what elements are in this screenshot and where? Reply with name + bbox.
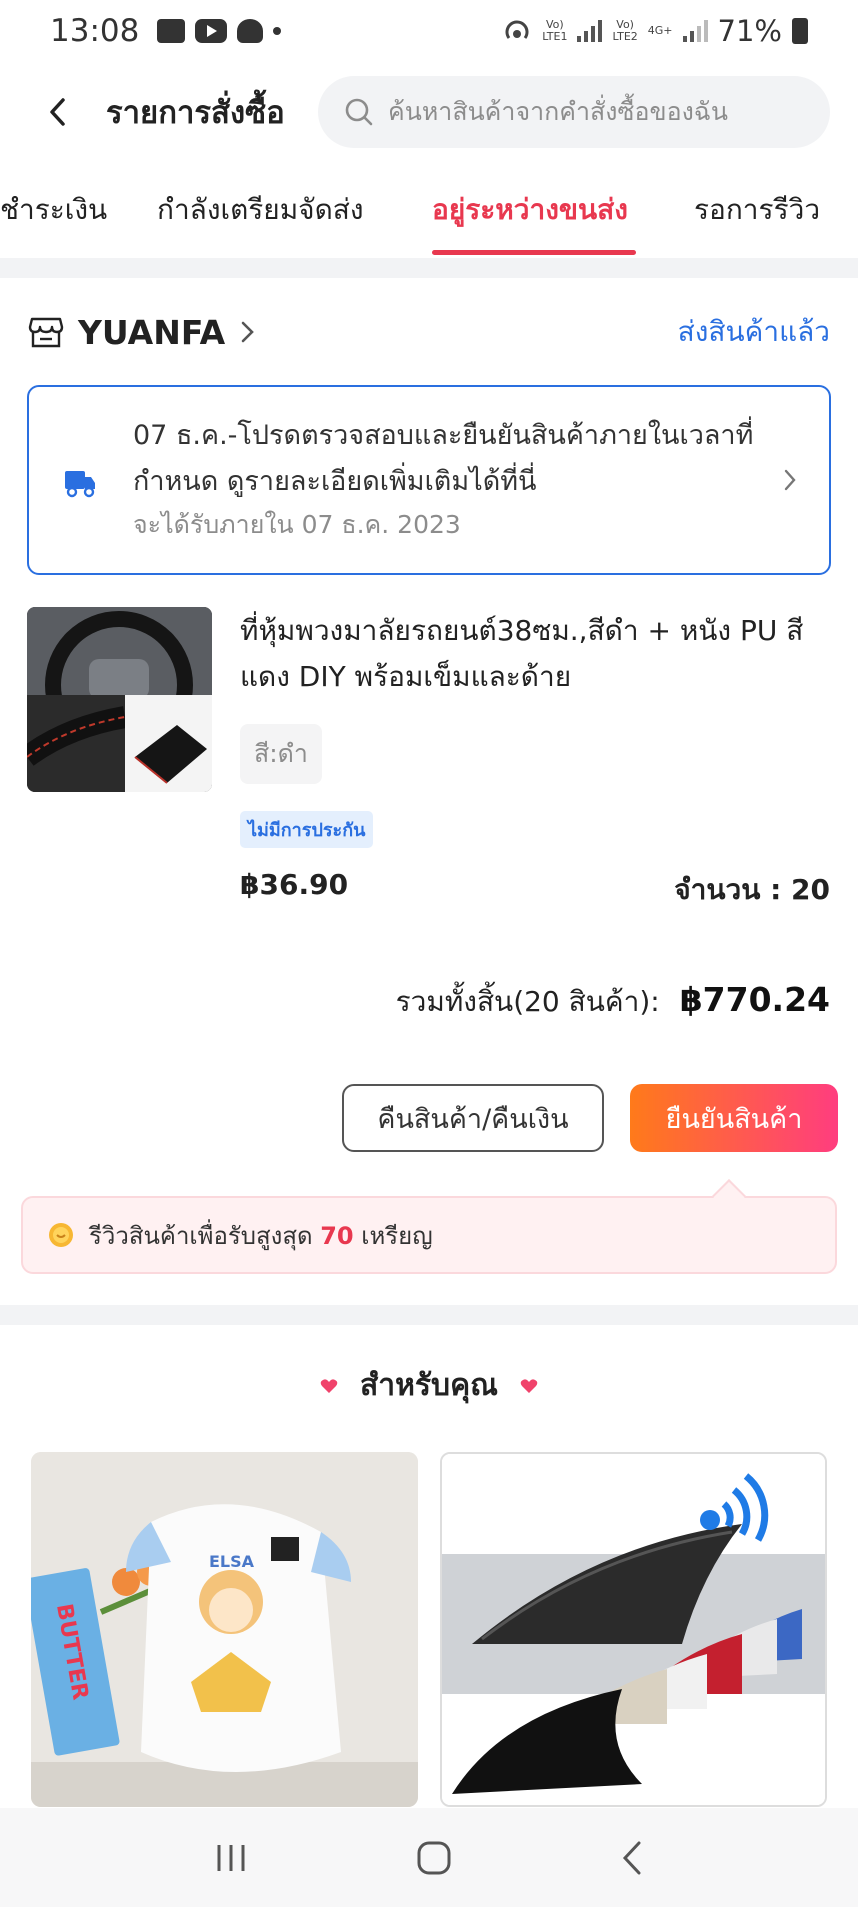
- status-bar: 13:08 Vo) LTE1 Vo) LTE2 4G+ 71%: [0, 0, 858, 62]
- search-icon: [345, 98, 373, 126]
- header: รายการสั่งซื้อ ค้นหาสินค้าจากคำสั่งซื้อข…: [0, 72, 858, 152]
- store-icon: [28, 317, 64, 348]
- tab-to-pay[interactable]: ชำระเงิน: [0, 188, 107, 232]
- sim2-network: Vo) LTE2: [612, 18, 638, 43]
- shop-row[interactable]: YUANFA ส่งสินค้าแล้ว: [28, 300, 830, 364]
- left-card-name-text: ELSA: [209, 1552, 255, 1571]
- warranty-badge: ไม่มีการประกัน: [240, 811, 374, 848]
- tab-to-review[interactable]: รอการรีวิว: [694, 188, 820, 232]
- youtube-icon: [195, 19, 228, 43]
- notice-text: 07 ธ.ค.-โปรดตรวจสอบและยืนยันสินค้าภายในเ…: [133, 420, 754, 497]
- sim2-data-type: 4G+: [647, 24, 673, 37]
- system-back-icon[interactable]: [620, 1840, 644, 1876]
- battery-icon: [792, 18, 808, 44]
- recommended-product-card[interactable]: BUTTER ELSA: [31, 1452, 418, 1807]
- confirm-receipt-button[interactable]: ยืนยันสินค้า: [630, 1084, 838, 1152]
- status-left: 13:08: [50, 13, 282, 49]
- heart-icon: [520, 1378, 538, 1393]
- shark-fin-antenna-picture: [442, 1454, 825, 1805]
- back-button[interactable]: [30, 84, 86, 140]
- delivery-truck-icon: [65, 471, 95, 498]
- status-time: 13:08: [50, 13, 140, 49]
- recommended-product-card[interactable]: [440, 1452, 827, 1807]
- shop-name[interactable]: YUANFA: [78, 313, 225, 352]
- chevron-right-icon: [784, 469, 796, 491]
- total-label: รวมทั้งสิ้น(20 สินค้า):: [395, 985, 660, 1018]
- order-total-row: รวมทั้งสิ้น(20 สินค้า): ฿770.24: [396, 980, 830, 1024]
- review-reward-text: รีวิวสินค้าเพื่อรับสูงสุด 70 เหรียญ: [89, 1221, 433, 1250]
- baby-romper-picture: BUTTER ELSA: [31, 1452, 418, 1807]
- coin-icon: [49, 1223, 73, 1247]
- unit-price: ฿36.90: [240, 868, 349, 901]
- system-navigation-bar: [0, 1808, 858, 1907]
- sim1-signal-icon: [577, 20, 603, 42]
- section-divider: [0, 258, 858, 278]
- reward-coin-count: 70: [320, 1221, 354, 1250]
- chevron-left-icon: [50, 98, 65, 126]
- page-title: รายการสั่งซื้อ: [106, 95, 285, 131]
- gallery-icon: [157, 19, 186, 43]
- battery-level: 71%: [717, 14, 782, 48]
- sim1-network: Vo) LTE1: [542, 18, 568, 43]
- banner-pointer: [712, 1179, 746, 1213]
- product-title[interactable]: ที่หุ้มพวงมาลัยรถยนต์38ซม.,สีดำ + หนัง P…: [240, 608, 830, 700]
- tab-to-ship[interactable]: กำลังเตรียมจัดส่ง: [157, 188, 364, 232]
- recommendations-title: สำหรับคุณ: [360, 1368, 498, 1403]
- status-right: Vo) LTE1 Vo) LTE2 4G+ 71%: [502, 14, 808, 48]
- order-status: ส่งสินค้าแล้ว: [677, 315, 830, 348]
- more-notifications-dot: [273, 27, 282, 35]
- sim2-signal-icon: [682, 20, 708, 42]
- delivery-notice[interactable]: 07 ธ.ค.-โปรดตรวจสอบและยืนยันสินค้าภายในเ…: [27, 385, 831, 575]
- search-placeholder: ค้นหาสินค้าจากคำสั่งซื้อของฉัน: [388, 97, 728, 126]
- chevron-right-icon: [241, 321, 254, 343]
- review-reward-banner[interactable]: รีวิวสินค้าเพื่อรับสูงสุด 70 เหรียญ: [21, 1179, 837, 1274]
- return-refund-button[interactable]: คืนสินค้า/คืนเงิน: [342, 1084, 604, 1152]
- home-icon[interactable]: [416, 1840, 452, 1876]
- product-variant: สี:ดำ: [240, 724, 322, 784]
- active-tab-indicator: [432, 250, 636, 255]
- quantity: จำนวน : 20: [674, 873, 830, 906]
- steering-wheel-cover-picture: [27, 607, 212, 792]
- product-image[interactable]: [27, 607, 212, 792]
- estimated-delivery: จะได้รับภายใน 07 ธ.ค. 2023: [133, 510, 461, 539]
- add-contact-icon: [237, 19, 264, 43]
- tab-in-transit[interactable]: อยู่ระหว่างขนส่ง: [432, 188, 628, 232]
- total-value: ฿770.24: [679, 980, 830, 1019]
- recent-apps-icon[interactable]: [214, 1842, 248, 1874]
- order-status-tabs: ชำระเงิน กำลังเตรียมจัดส่ง อยู่ระหว่างขน…: [0, 168, 858, 258]
- heart-icon: [320, 1378, 338, 1393]
- hotspot-icon: [505, 20, 529, 39]
- recommendations-header: สำหรับคุณ: [0, 1362, 858, 1409]
- section-divider: [0, 1305, 858, 1325]
- search-input[interactable]: ค้นหาสินค้าจากคำสั่งซื้อของฉัน: [318, 76, 830, 148]
